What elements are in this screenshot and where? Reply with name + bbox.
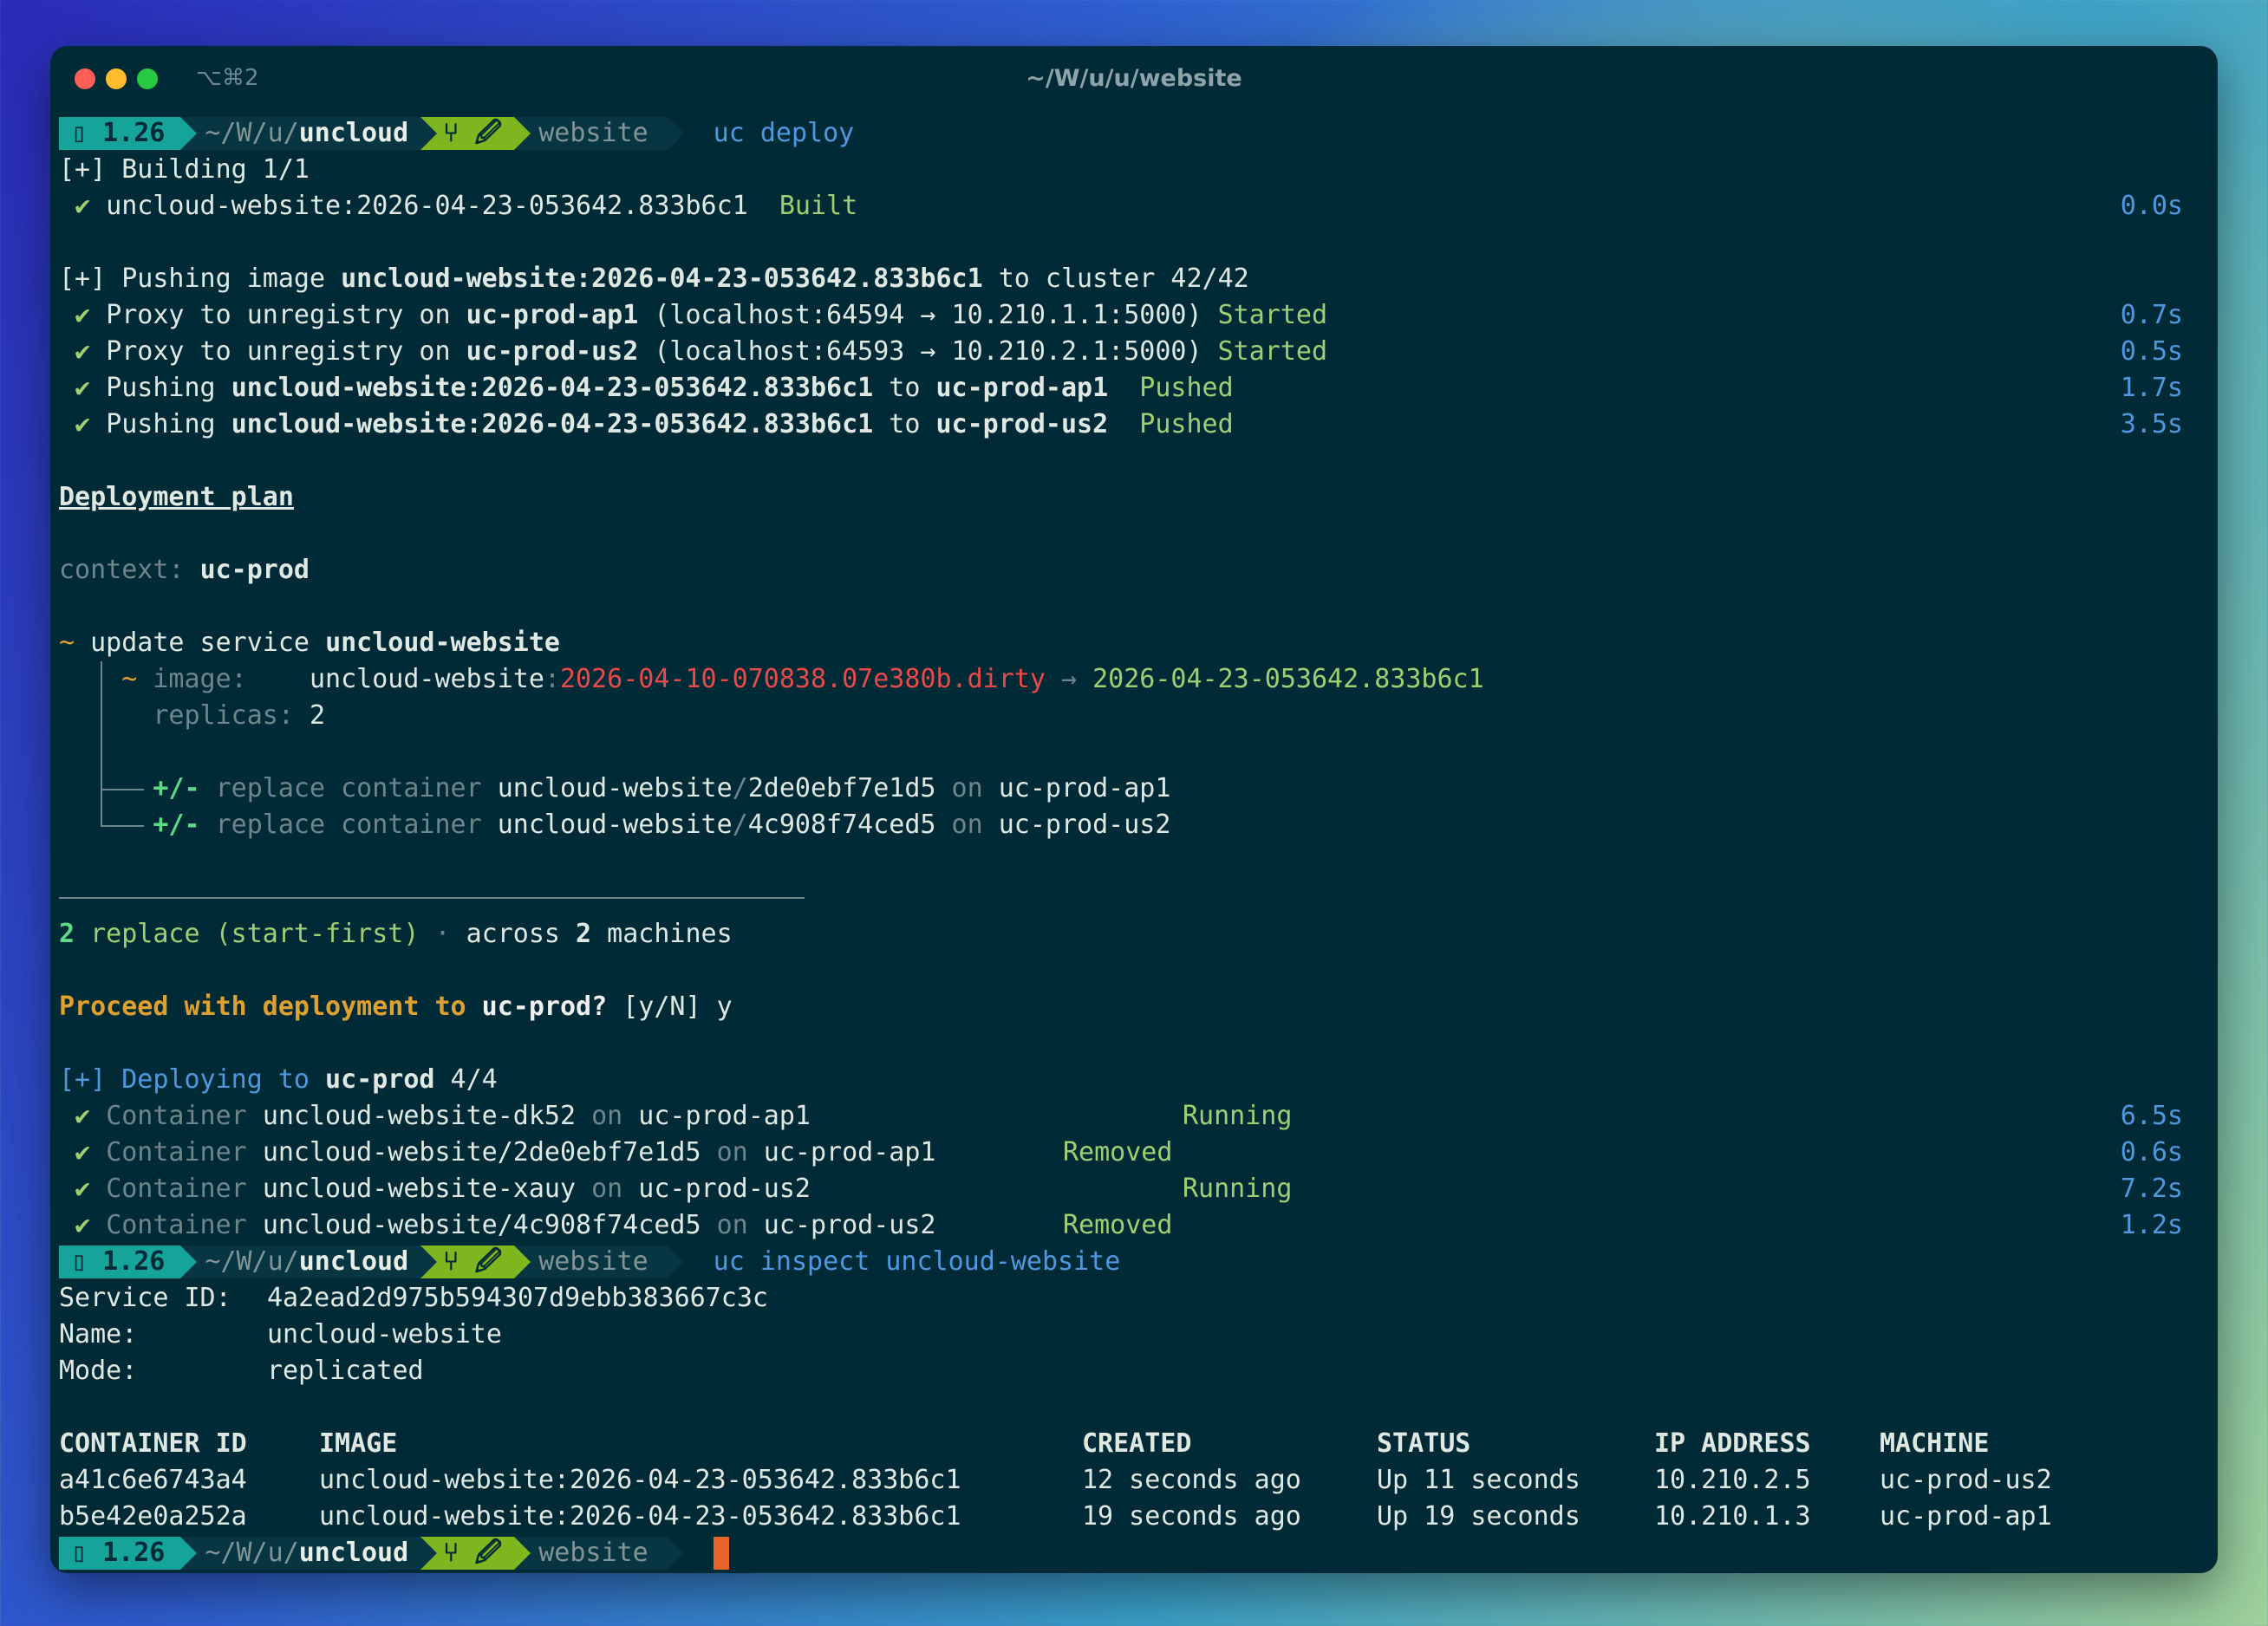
- battery-icon: ▯: [71, 1538, 103, 1568]
- check-icon: ✔: [75, 373, 91, 403]
- prompt-line: ▯ 1.26 ~/W/u/uncloud ⑂ 🖉 website uc inspect …: [59, 1244, 2209, 1280]
- branch-segment: website: [514, 1246, 668, 1278]
- git-branch-icon: ⑂ 🖉: [443, 1538, 503, 1568]
- check-icon: ✔: [75, 300, 91, 330]
- inspect-service-id: Service ID: 4a2ead2d975b594307d9ebb383667…: [59, 1283, 768, 1313]
- plan-replace: +/- replace container uncloud-website/4c…: [59, 807, 2209, 843]
- inspect-name: Name: uncloud-website: [59, 1319, 502, 1350]
- deploy-row: ✔ Container uncloud-website/4c908f74ced5…: [75, 1210, 2183, 1240]
- deploy-header: [+] Deploying to uc-prod 4/4: [59, 1064, 498, 1095]
- table-row: b5e42e0a252a uncloud-website:2026-04-23-0…: [59, 1501, 2052, 1532]
- path-segment: ~/W/u/uncloud: [180, 117, 438, 150]
- path-segment: ~/W/u/uncloud: [180, 1537, 438, 1570]
- version-segment: ▯ 1.26: [59, 1537, 198, 1570]
- git-branch-icon: ⑂ 🖉: [443, 1246, 503, 1277]
- prompt-line: ▯ 1.26 ~/W/u/uncloud ⑂ 🖉 website uc deploy: [59, 115, 2209, 152]
- battery-icon: ▯: [71, 118, 103, 148]
- push-line: ✔ Pushing uncloud-website:2026-04-23-053…: [75, 409, 2183, 439]
- git-branch-icon: ⑂ 🖉: [443, 118, 503, 148]
- plan-context: context: uc-prod: [59, 555, 310, 585]
- build-header: [+] Building 1/1: [59, 154, 310, 185]
- plan-replace: +/- replace container uncloud-website/2d…: [59, 771, 2209, 807]
- plan-title: Deployment plan: [59, 482, 294, 512]
- window-title: ~/W/u/u/website: [1026, 65, 1242, 92]
- deploy-row: ✔ Container uncloud-website/2de0ebf7e1d5…: [75, 1137, 2183, 1167]
- proxy-line: ✔ Proxy to unregistry on uc-prod-ap1 (lo…: [75, 300, 2183, 330]
- plan-image: ~ image: uncloud-website:2026-04-10-0708…: [59, 661, 2209, 698]
- divider: [59, 880, 2209, 916]
- branch-segment: website: [514, 1537, 668, 1570]
- plan-summary: 2 replace (start-first) · across 2 machi…: [59, 919, 733, 949]
- battery-icon: ▯: [71, 1246, 103, 1277]
- terminal-output[interactable]: ▯ 1.26 ~/W/u/uncloud ⑂ 🖉 website uc deploy […: [59, 115, 2209, 1571]
- deploy-row: ✔ Container uncloud-website-xauy on uc-p…: [75, 1174, 2183, 1204]
- version-segment: ▯ 1.26: [59, 117, 198, 150]
- prompt-line[interactable]: ▯ 1.26 ~/W/u/uncloud ⑂ 🖉 website: [59, 1535, 2209, 1571]
- terminal-window[interactable]: ⌥⌘2 ~/W/u/u/website ▯ 1.26 ~/W/u/uncloud ⑂…: [50, 46, 2218, 1573]
- proxy-line: ✔ Proxy to unregistry on uc-prod-us2 (lo…: [75, 336, 2183, 367]
- inspect-mode: Mode: replicated: [59, 1356, 424, 1386]
- check-icon: ✔: [75, 409, 91, 439]
- confirm-prompt: Proceed with deployment to uc-prod? [y/N…: [59, 992, 733, 1022]
- table-header: CONTAINER ID IMAGE CREATED STATUS IP ADDRESS…: [59, 1428, 1990, 1459]
- deploy-row: ✔ Container uncloud-website-dk52 on uc-p…: [75, 1101, 2183, 1131]
- version-segment: ▯ 1.26: [59, 1246, 198, 1278]
- command-text: uc deploy: [713, 118, 855, 148]
- command-text: uc inspect uncloud-website: [713, 1246, 1121, 1277]
- plan-replicas: replicas: 2: [59, 698, 2209, 734]
- title-bar[interactable]: ⌥⌘2 ~/W/u/u/website: [50, 46, 2218, 108]
- plan-update: ~ update service uncloud-website: [59, 628, 560, 658]
- path-segment: ~/W/u/uncloud: [180, 1246, 438, 1278]
- push-header: [+] Pushing image uncloud-website:2026-0…: [59, 263, 1249, 294]
- table-row: a41c6e6743a4 uncloud-website:2026-04-23-0…: [59, 1465, 2052, 1495]
- check-icon: ✔: [75, 191, 91, 221]
- check-icon: ✔: [75, 336, 91, 367]
- build-item: ✔ uncloud-website:2026-04-23-053642.833b…: [75, 191, 2183, 221]
- push-line: ✔ Pushing uncloud-website:2026-04-23-053…: [75, 373, 2183, 403]
- branch-segment: website: [514, 117, 668, 150]
- text-cursor[interactable]: [713, 1537, 729, 1570]
